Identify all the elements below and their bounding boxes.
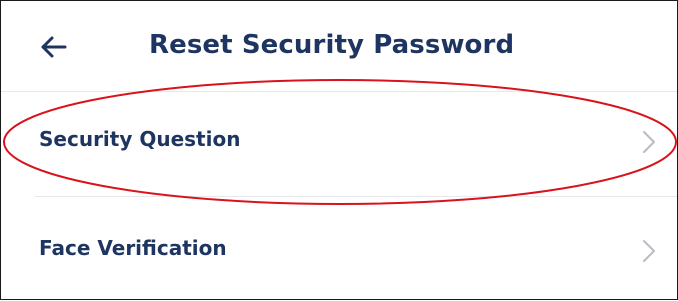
top-bar: Reset Security Password [1, 1, 677, 91]
menu-item-label: Face Verification [39, 236, 227, 260]
chevron-right-icon [643, 131, 655, 153]
back-arrow-icon[interactable] [35, 29, 71, 65]
chevron-right-icon [643, 240, 655, 262]
menu-item-label: Security Question [39, 127, 241, 151]
menu-item-security-question[interactable]: Security Question [1, 92, 677, 196]
menu-item-face-verification[interactable]: Face Verification [1, 197, 677, 301]
app-screen: Reset Security Password Security Questio… [0, 0, 678, 300]
page-title: Reset Security Password [149, 30, 515, 60]
